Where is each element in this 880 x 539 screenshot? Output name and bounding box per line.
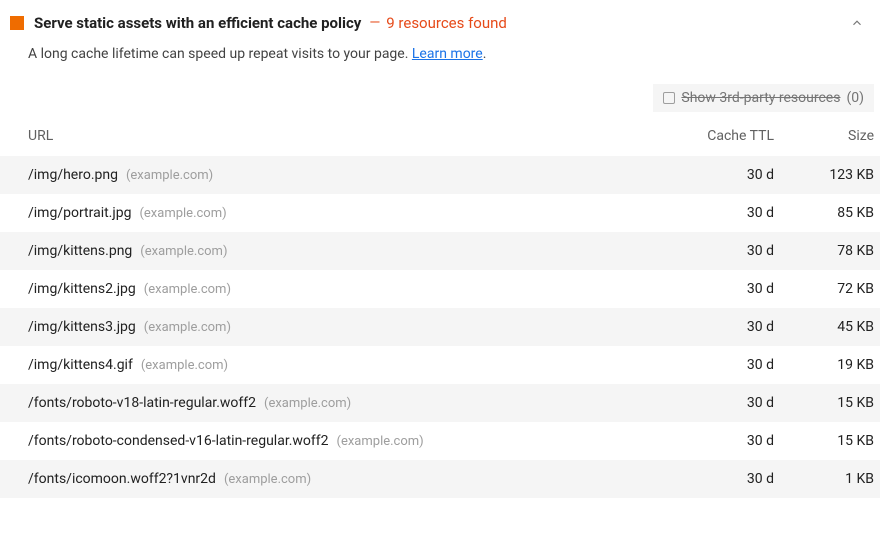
cell-size: 72 KB [774,281,874,297]
table-body: /img/hero.png(example.com)30 d123 KB/img… [0,156,880,498]
url-path[interactable]: /img/kittens.png [28,243,132,259]
cell-url: /img/kittens3.jpg (example.com) [28,319,644,335]
resources-table: URL Cache TTL Size /img/hero.png (example… [0,120,880,498]
separator-dash: — [369,15,380,31]
url-domain: (example.com) [264,396,351,411]
url-path[interactable]: /fonts/icomoon.woff2?1vnr2d [28,471,216,487]
third-party-toggle[interactable]: Show 3rd-party resources (0) [653,84,874,112]
cell-url: /fonts/roboto-v18-latin-regular.woff2 (ex… [28,395,644,411]
cell-ttl: 30 d [644,167,774,183]
cell-url: /img/kittens.png (example.com) [28,243,644,259]
column-header-url[interactable]: URL [28,128,644,144]
third-party-label: Show 3rd-party resources [681,90,840,106]
cell-url: /fonts/roboto-condensed-v16-latin-regula… [28,433,644,449]
column-header-size[interactable]: Size [774,128,874,144]
table-header-row: URL Cache TTL Size [0,120,880,156]
description-period: . [483,46,487,62]
cell-url: /img/portrait.jpg (example.com) [28,205,644,221]
cell-ttl: 30 d [644,433,774,449]
table-row: /img/kittens4.gif (example.com) 30 d19 KB [0,346,880,384]
url-path[interactable]: /img/hero.png [28,167,118,183]
table-row: /fonts/roboto-condensed-v16-latin-regula… [0,422,880,460]
cell-size: 15 KB [774,433,874,449]
table-row: /img/kittens2.jpg (example.com) 30 d72 KB [0,270,880,308]
cell-ttl: 30 d [644,471,774,487]
cell-size: 123 KB [774,167,874,183]
audit-resource-count: 9 resources found [386,14,507,32]
cell-ttl: 30 d [644,243,774,259]
url-path[interactable]: /img/kittens3.jpg [28,319,136,335]
cell-size: 85 KB [774,205,874,221]
cell-size: 1 KB [774,471,874,487]
third-party-row: Show 3rd-party resources (0) [0,80,880,120]
audit-title: Serve static assets with an efficient ca… [34,14,361,32]
table-row: /img/kittens3.jpg (example.com) 30 d45 KB [0,308,880,346]
cell-ttl: 30 d [644,395,774,411]
chevron-up-icon[interactable] [850,16,864,30]
url-path[interactable]: /img/portrait.jpg [28,205,131,221]
table-row: /img/kittens.png (example.com) 30 d78 KB [0,232,880,270]
cell-url: /img/hero.png (example.com) [28,167,644,183]
table-row: /img/hero.png (example.com) 30 d123 KB [0,156,880,194]
cell-ttl: 30 d [644,357,774,373]
url-path[interactable]: /fonts/roboto-v18-latin-regular.woff2 [28,395,256,411]
url-path[interactable]: /fonts/roboto-condensed-v16-latin-regula… [28,433,329,449]
table-row: /fonts/icomoon.woff2?1vnr2d (example.com)… [0,460,880,498]
cell-size: 15 KB [774,395,874,411]
table-row: /fonts/roboto-v18-latin-regular.woff2 (ex… [0,384,880,422]
description-text: A long cache lifetime can speed up repea… [28,46,412,62]
checkbox-icon[interactable] [663,92,675,104]
cell-url: /img/kittens2.jpg (example.com) [28,281,644,297]
url-path[interactable]: /img/kittens2.jpg [28,281,136,297]
url-domain: (example.com) [337,434,424,449]
url-domain: (example.com) [144,282,231,297]
cell-size: 78 KB [774,243,874,259]
third-party-count: (0) [846,90,864,106]
cell-url: /img/kittens4.gif (example.com) [28,357,644,373]
cell-url: /fonts/icomoon.woff2?1vnr2d (example.com) [28,471,644,487]
url-domain: (example.com) [141,358,228,373]
learn-more-link[interactable]: Learn more [412,46,483,62]
audit-description: A long cache lifetime can speed up repea… [0,42,880,80]
url-domain: (example.com) [140,244,227,259]
audit-header[interactable]: Serve static assets with an efficient ca… [0,0,880,42]
url-path[interactable]: /img/kittens4.gif [28,357,133,373]
cell-size: 19 KB [774,357,874,373]
column-header-ttl[interactable]: Cache TTL [644,128,774,144]
cell-ttl: 30 d [644,205,774,221]
url-domain: (example.com) [139,206,226,221]
cell-ttl: 30 d [644,281,774,297]
table-row: /img/portrait.jpg (example.com) 30 d85 KB [0,194,880,232]
url-domain: (example.com) [144,320,231,335]
cell-ttl: 30 d [644,319,774,335]
warning-square-icon [10,16,24,30]
cell-size: 45 KB [774,319,874,335]
url-domain: (example.com) [224,472,311,487]
url-domain: (example.com) [126,168,213,183]
